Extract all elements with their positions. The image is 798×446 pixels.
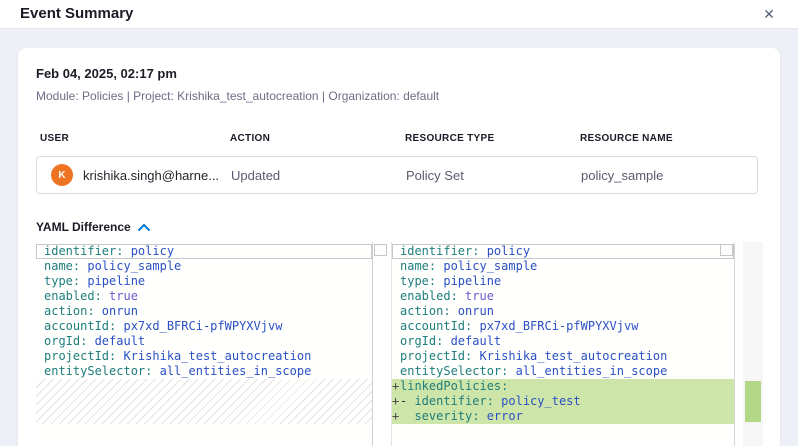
code-line: action: onrun — [392, 304, 734, 319]
diff-gap — [735, 242, 743, 446]
code-line: accountId: px7xd_BFRCi-pfWPYXVjvw — [392, 319, 734, 334]
code-line: enabled: true — [392, 289, 734, 304]
event-card: Feb 04, 2025, 02:17 pm Module: Policies … — [18, 48, 780, 446]
code-line: identifier: policy — [392, 244, 734, 259]
left-scrollbar-thumb[interactable] — [374, 244, 387, 256]
code-line: name: policy_sample — [36, 259, 372, 274]
action-cell: Updated — [227, 168, 402, 183]
code-line: + severity: error — [392, 409, 734, 424]
left-scrollbar[interactable] — [373, 242, 389, 446]
column-user: USER — [36, 133, 226, 144]
user-cell: K krishika.singh@harne... — [37, 164, 227, 186]
added-line-marker: + — [392, 394, 400, 409]
code-line: entitySelector: all_entities_in_scope — [392, 364, 734, 379]
resource-name-cell: policy_sample — [577, 168, 757, 183]
event-meta: Module: Policies | Project: Krishika_tes… — [36, 89, 780, 103]
modal-header: Event Summary ✕ — [0, 0, 798, 29]
code-line: +- identifier: policy_test — [392, 394, 734, 409]
code-line: projectId: Krishika_test_autocreation — [36, 349, 372, 364]
column-resource-name: RESOURCE NAME — [576, 133, 780, 144]
right-scrollbar-thumb[interactable] — [720, 244, 733, 256]
code-line: type: pipeline — [392, 274, 734, 289]
page-title: Event Summary — [20, 5, 133, 22]
yaml-difference-toggle[interactable]: YAML Difference — [36, 220, 780, 234]
avatar: K — [51, 164, 73, 186]
overview-ruler[interactable] — [743, 242, 763, 446]
added-lines-marker — [745, 381, 761, 422]
column-resource-type: RESOURCE TYPE — [401, 133, 576, 144]
chevron-up-icon[interactable] — [138, 224, 150, 231]
code-line: name: policy_sample — [392, 259, 734, 274]
code-line: type: pipeline — [36, 274, 372, 289]
code-line: orgId: default — [392, 334, 734, 349]
code-line: enabled: true — [36, 289, 372, 304]
yaml-diff-viewer: identifier: policyname: policy_sampletyp… — [36, 242, 763, 446]
code-line: accountId: px7xd_BFRCi-pfWPYXVjvw — [36, 319, 372, 334]
event-summary-modal: Event Summary ✕ Feb 04, 2025, 02:17 pm M… — [0, 0, 798, 446]
diff-pane-old[interactable]: identifier: policyname: policy_sampletyp… — [36, 242, 373, 446]
code-line: projectId: Krishika_test_autocreation — [392, 349, 734, 364]
diff-empty-placeholder — [36, 379, 372, 424]
code-line: +linkedPolicies: — [392, 379, 734, 394]
added-line-marker: + — [392, 409, 400, 424]
table-header: USER ACTION RESOURCE TYPE RESOURCE NAME — [36, 133, 780, 144]
close-icon[interactable]: ✕ — [760, 5, 778, 23]
table-row: K krishika.singh@harne... Updated Policy… — [36, 156, 758, 194]
resource-type-cell: Policy Set — [402, 168, 577, 183]
yaml-difference-label: YAML Difference — [36, 220, 131, 234]
code-line: action: onrun — [36, 304, 372, 319]
diff-pane-new[interactable]: identifier: policyname: policy_sampletyp… — [391, 242, 735, 446]
code-line: identifier: policy — [36, 244, 372, 259]
added-line-marker: + — [392, 379, 400, 394]
code-line: orgId: default — [36, 334, 372, 349]
column-action: ACTION — [226, 133, 401, 144]
code-line: entitySelector: all_entities_in_scope — [36, 364, 372, 379]
user-email: krishika.singh@harne... — [83, 168, 219, 183]
event-timestamp: Feb 04, 2025, 02:17 pm — [36, 66, 780, 81]
